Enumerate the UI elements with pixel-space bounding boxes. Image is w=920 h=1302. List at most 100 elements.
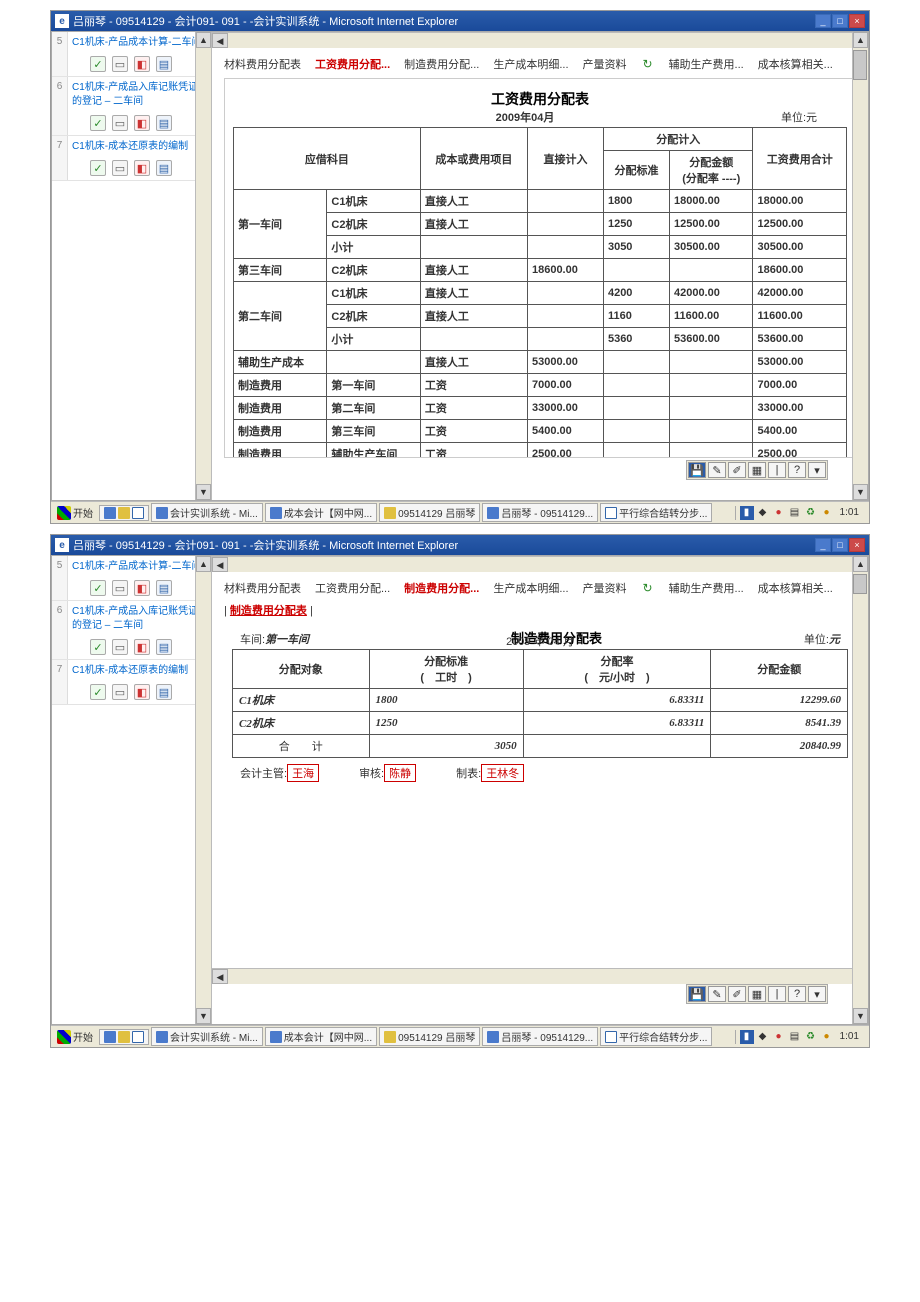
table-cell: 42000.00	[669, 282, 753, 305]
check-icon[interactable]: ✓	[90, 639, 106, 655]
tray-icon[interactable]: ●	[820, 506, 834, 520]
flag-icon[interactable]: ◧	[134, 684, 150, 700]
flag-icon[interactable]: ◧	[134, 56, 150, 72]
flag-icon[interactable]: ◧	[134, 160, 150, 176]
task-item[interactable]: 09514129 吕丽琴	[379, 503, 480, 522]
tool-save-icon[interactable]: 💾	[688, 986, 706, 1002]
tray-icon[interactable]: ♻	[804, 506, 818, 520]
sidebar-link[interactable]: C1机床-产成品入库记账凭证的登记 – 二车间	[72, 79, 207, 111]
task-item[interactable]: 会计实训系统 - Mi...	[151, 503, 263, 522]
close-button[interactable]: ×	[849, 14, 865, 28]
tab-production[interactable]: 产量资料	[583, 56, 627, 72]
tab-salary[interactable]: 工资费用分配...	[315, 56, 390, 72]
note-icon[interactable]: ▤	[156, 160, 172, 176]
sidebar-link[interactable]: C1机床-成本还原表的编制	[72, 662, 207, 680]
doc-icon[interactable]: ▭	[112, 56, 128, 72]
note-icon[interactable]: ▤	[156, 580, 172, 596]
table-cell	[420, 328, 527, 351]
task-item[interactable]: 成本会计【网中网...	[265, 1027, 377, 1046]
sidebar-scrollbar[interactable]: ▲▼	[195, 556, 211, 1024]
task-item[interactable]: 会计实训系统 - Mi...	[151, 1027, 263, 1046]
tool-dropdown-icon[interactable]: ▾	[808, 462, 826, 478]
doc-icon[interactable]: ▭	[112, 580, 128, 596]
note-icon[interactable]: ▤	[156, 56, 172, 72]
task-item[interactable]: 吕丽琴 - 09514129...	[482, 503, 598, 522]
tab-mfg[interactable]: 制造费用分配...	[404, 56, 479, 72]
main-scrollbar-v[interactable]: ▲▼	[852, 32, 868, 500]
check-icon[interactable]: ✓	[90, 684, 106, 700]
refresh-icon[interactable]: ↻	[641, 57, 655, 71]
flag-icon[interactable]: ◧	[134, 580, 150, 596]
flag-icon[interactable]: ◧	[134, 639, 150, 655]
tool-clear-icon[interactable]: ✐	[728, 462, 746, 478]
doc-icon[interactable]: ▭	[112, 115, 128, 131]
tab-detail[interactable]: 生产成本明细...	[493, 56, 568, 72]
tab-detail[interactable]: 生产成本明细...	[493, 580, 568, 596]
tab-production[interactable]: 产量资料	[583, 580, 627, 596]
tool-save-icon[interactable]: 💾	[688, 462, 706, 478]
tab-costrel[interactable]: 成本核算相关...	[758, 56, 833, 72]
tool-grid-icon[interactable]: ▦	[748, 986, 766, 1002]
sidebar-link[interactable]: C1机床-成本还原表的编制	[72, 138, 207, 156]
tool-help-icon[interactable]: ?	[788, 986, 806, 1002]
doc-icon[interactable]: ▭	[112, 160, 128, 176]
tray-icon[interactable]: ▤	[788, 506, 802, 520]
doc-icon[interactable]: ▭	[112, 684, 128, 700]
top-scrollbar[interactable]: ◀▶	[212, 32, 868, 48]
tool-dropdown-icon[interactable]: ▾	[808, 986, 826, 1002]
note-icon[interactable]: ▤	[156, 684, 172, 700]
sidebar-link[interactable]: C1机床-产品成本计算-二车间	[72, 34, 207, 52]
task-item[interactable]: 平行综合结转分步...	[600, 1027, 712, 1046]
quicklaunch[interactable]	[99, 505, 149, 521]
tool-grid-icon[interactable]: ▦	[748, 462, 766, 478]
tray-icon[interactable]: ●	[820, 1030, 834, 1044]
doc-icon[interactable]: ▭	[112, 639, 128, 655]
tray-icon[interactable]: ▤	[788, 1030, 802, 1044]
check-icon[interactable]: ✓	[90, 580, 106, 596]
refresh-icon[interactable]: ↻	[641, 581, 655, 595]
tray-icon[interactable]: ◆	[756, 1030, 770, 1044]
tray-icon[interactable]: ▮	[740, 1030, 754, 1044]
minimize-button[interactable]: _	[815, 538, 831, 552]
tool-edit-icon[interactable]: ✎	[708, 986, 726, 1002]
sidebar-scrollbar[interactable]: ▲▼	[195, 32, 211, 500]
main-scrollbar-v[interactable]: ▲▼	[852, 556, 868, 1024]
tab-costrel[interactable]: 成本核算相关...	[758, 580, 833, 596]
check-icon[interactable]: ✓	[90, 56, 106, 72]
tab-salary[interactable]: 工资费用分配...	[315, 580, 390, 596]
close-button[interactable]: ×	[849, 538, 865, 552]
note-icon[interactable]: ▤	[156, 115, 172, 131]
flag-icon[interactable]: ◧	[134, 115, 150, 131]
top-scrollbar[interactable]: ◀▶	[212, 556, 868, 572]
task-item[interactable]: 平行综合结转分步...	[600, 503, 712, 522]
tray-icon[interactable]: ▮	[740, 506, 754, 520]
tray-icon[interactable]: ●	[772, 1030, 786, 1044]
task-item[interactable]: 09514129 吕丽琴	[379, 1027, 480, 1046]
task-item[interactable]: 吕丽琴 - 09514129...	[482, 1027, 598, 1046]
maximize-button[interactable]: □	[832, 538, 848, 552]
task-item[interactable]: 成本会计【网中网...	[265, 503, 377, 522]
subtab-mfg[interactable]: 制造费用分配表	[230, 605, 307, 617]
tray-icon[interactable]: ●	[772, 506, 786, 520]
tab-material[interactable]: 材料费用分配表	[224, 580, 301, 596]
maximize-button[interactable]: □	[832, 14, 848, 28]
note-icon[interactable]: ▤	[156, 639, 172, 655]
quicklaunch[interactable]	[99, 1029, 149, 1045]
tool-edit-icon[interactable]: ✎	[708, 462, 726, 478]
sidebar-link[interactable]: C1机床-产品成本计算-二车间	[72, 558, 207, 576]
start-button[interactable]: 开始	[53, 505, 97, 520]
tab-auxiliary[interactable]: 辅助生产费用...	[669, 56, 744, 72]
minimize-button[interactable]: _	[815, 14, 831, 28]
sidebar-link[interactable]: C1机床-产成品入库记账凭证的登记 – 二车间	[72, 603, 207, 635]
start-button[interactable]: 开始	[53, 1029, 97, 1044]
check-icon[interactable]: ✓	[90, 115, 106, 131]
bottom-scrollbar[interactable]: ◀▶	[212, 968, 868, 984]
tab-auxiliary[interactable]: 辅助生产费用...	[669, 580, 744, 596]
tool-clear-icon[interactable]: ✐	[728, 986, 746, 1002]
tool-help-icon[interactable]: ?	[788, 462, 806, 478]
tray-icon[interactable]: ◆	[756, 506, 770, 520]
tab-material[interactable]: 材料费用分配表	[224, 56, 301, 72]
tab-mfg[interactable]: 制造费用分配...	[404, 580, 479, 596]
check-icon[interactable]: ✓	[90, 160, 106, 176]
tray-icon[interactable]: ♻	[804, 1030, 818, 1044]
